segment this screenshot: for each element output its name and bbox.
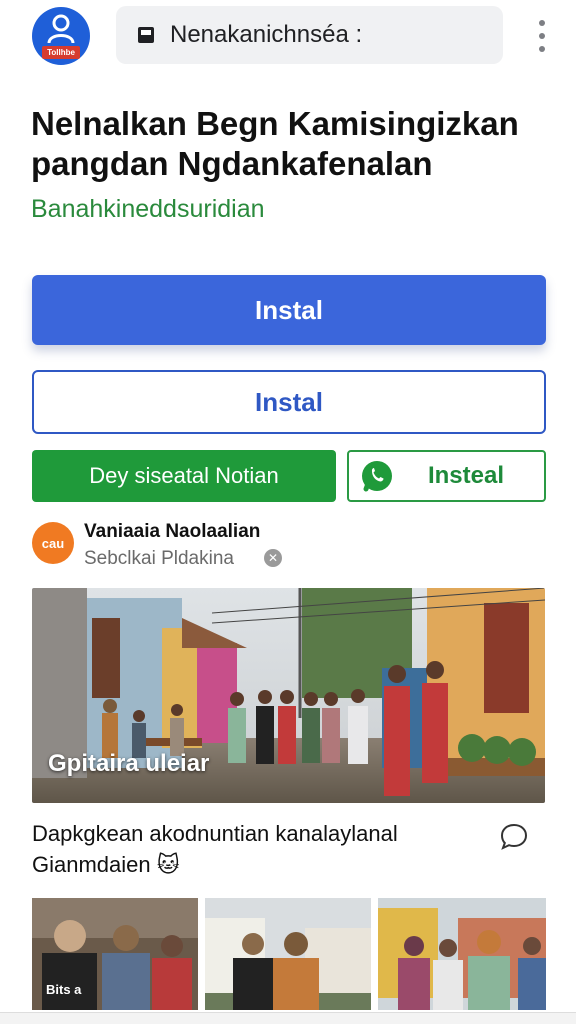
page-subtitle: Banahkineddsuridian bbox=[31, 195, 265, 223]
bottom-navigation-bar bbox=[0, 1012, 576, 1024]
address-bar[interactable]: Nenakanichnséa : bbox=[116, 6, 503, 64]
comment-icon[interactable] bbox=[498, 821, 530, 853]
install-button[interactable]: Instal bbox=[32, 275, 546, 345]
user-icon bbox=[47, 14, 75, 44]
whatsapp-install-button[interactable]: Insteal bbox=[347, 450, 546, 502]
thumbnail-caption: Bits a bbox=[46, 982, 82, 997]
thumbnail-photo bbox=[205, 898, 371, 1010]
whatsapp-button-label: Insteal bbox=[427, 462, 504, 489]
source-logo: cau bbox=[32, 522, 74, 564]
thumbnail-row: Bits a bbox=[32, 898, 546, 1010]
browser-top-bar: Tollhbe Nenakanichnséa : bbox=[0, 0, 576, 72]
verified-icon: ✕ bbox=[264, 549, 282, 567]
whatsapp-icon bbox=[362, 461, 392, 492]
thumbnail-photo bbox=[378, 898, 546, 1010]
avatar-badge: Tollhbe bbox=[42, 46, 80, 59]
page-icon bbox=[138, 27, 154, 43]
hero-image[interactable]: Gpitaira uleiar bbox=[32, 588, 545, 803]
thumbnail-2[interactable] bbox=[205, 898, 371, 1010]
profile-avatar[interactable]: Tollhbe bbox=[32, 7, 90, 65]
notification-button[interactable]: Dey siseatal Notian bbox=[32, 450, 336, 502]
install-outline-button[interactable]: Instal bbox=[32, 370, 546, 434]
address-bar-url: Nenakanichnséa : bbox=[170, 21, 363, 48]
thumbnail-3[interactable] bbox=[378, 898, 546, 1010]
source-row[interactable]: cau Vaniaaia Naolaalian Sebclkai Pldakin… bbox=[32, 520, 546, 570]
source-name: Vaniaaia Naolaalian bbox=[84, 521, 261, 542]
source-subtitle: Sebclkai Pldakina bbox=[84, 548, 234, 569]
more-vert-icon[interactable] bbox=[532, 16, 552, 56]
hero-caption: Gpitaira uleiar bbox=[48, 750, 210, 777]
story-title[interactable]: Dapkgkean akodnuntian kanalaylanal Gianm… bbox=[32, 818, 472, 880]
thumbnail-1[interactable]: Bits a bbox=[32, 898, 198, 1010]
page-title: Nelnalkan Begn Kamisingizkan pangdan Ngd… bbox=[31, 105, 519, 182]
